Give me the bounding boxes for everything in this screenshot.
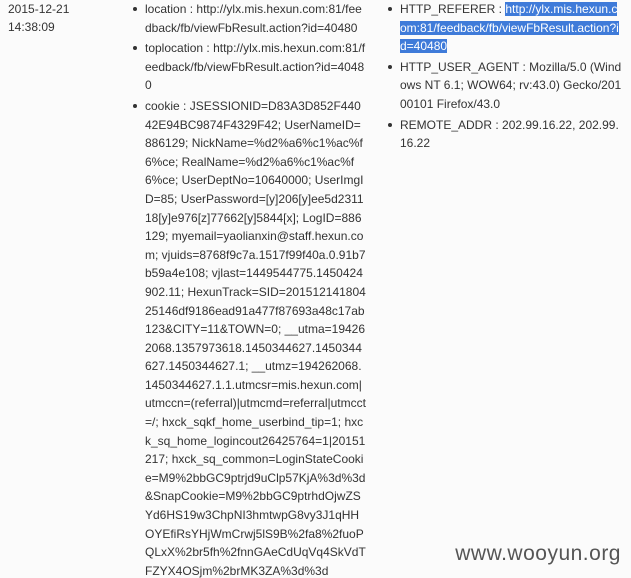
watermark-text: www.wooyun.org <box>455 542 621 565</box>
item-value: JSESSIONID=D83A3D852F44042E94BC9874F4329… <box>145 98 366 578</box>
list-item-http-referer: HTTP_REFERER : http://ylx.mis.hexun.com:… <box>382 0 622 56</box>
list-item-location: location : http://ylx.mis.hexun.com:81/f… <box>127 0 367 37</box>
item-key: REMOTE_ADDR <box>400 117 493 132</box>
list-item-remote-addr: REMOTE_ADDR : 202.99.16.22, 202.99.16.22 <box>382 116 622 153</box>
request-info-list: location : http://ylx.mis.hexun.com:81/f… <box>127 0 367 578</box>
log-date: 2015-12-21 <box>8 2 70 16</box>
item-key: cookie <box>145 98 180 113</box>
list-item-http-user-agent: HTTP_USER_AGENT : Mozilla/5.0 (Windows N… <box>382 58 622 114</box>
list-item-cookie: cookie : JSESSIONID=D83A3D852F44042E94BC… <box>127 97 367 578</box>
item-key: HTTP_REFERER <box>400 2 496 16</box>
item-key: location <box>145 2 187 16</box>
log-time: 14:38:09 <box>8 20 55 34</box>
list-item-toplocation: toplocation : http://ylx.mis.hexun.com:8… <box>127 39 367 95</box>
timestamp-cell: 2015-12-21 14:38:09 <box>8 0 98 36</box>
server-info-list: HTTP_REFERER : http://ylx.mis.hexun.com:… <box>382 0 622 155</box>
item-key: HTTP_USER_AGENT <box>400 59 520 74</box>
item-key: toplocation <box>145 41 204 56</box>
